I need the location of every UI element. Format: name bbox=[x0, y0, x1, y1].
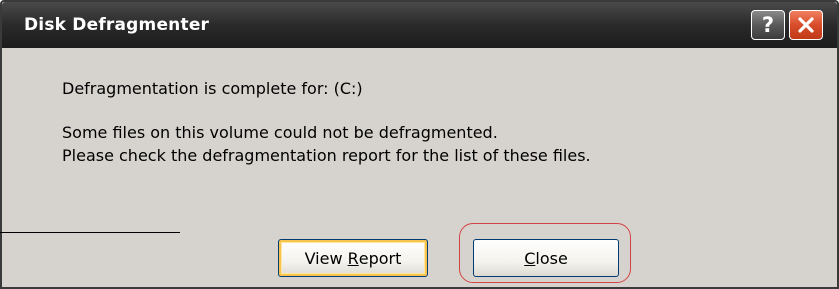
disk-defragmenter-dialog: Disk Defragmenter ? Defragmentation is c… bbox=[0, 0, 839, 289]
close-label-suffix: lose bbox=[535, 248, 568, 268]
close-icon[interactable] bbox=[789, 10, 823, 40]
warning-message-line-1: Some files on this volume could not be d… bbox=[62, 123, 498, 142]
close-button[interactable]: Close bbox=[473, 239, 619, 277]
title-bar[interactable]: Disk Defragmenter ? bbox=[2, 2, 837, 48]
help-icon[interactable]: ? bbox=[751, 10, 785, 40]
close-label-accelerator: C bbox=[524, 248, 536, 268]
completion-message: Defragmentation is complete for: (C:) bbox=[62, 79, 363, 98]
divider-line bbox=[0, 232, 180, 233]
warning-message-line-2: Please check the defragmentation report … bbox=[62, 146, 591, 165]
view-report-label-suffix: eport bbox=[358, 248, 402, 268]
view-report-label-prefix: View bbox=[304, 248, 348, 268]
window-title: Disk Defragmenter bbox=[24, 15, 210, 35]
view-report-label-accelerator: R bbox=[347, 248, 359, 268]
view-report-button[interactable]: View Report bbox=[278, 239, 428, 277]
